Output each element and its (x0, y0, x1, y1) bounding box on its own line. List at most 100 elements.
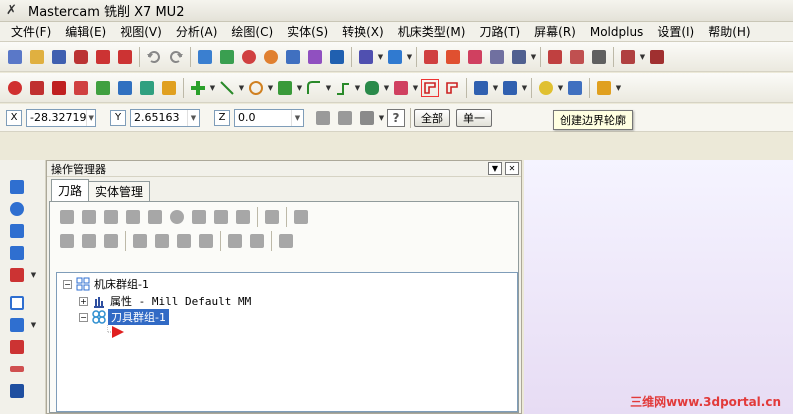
autocursor-dropdown[interactable]: ▼ (378, 109, 385, 127)
tree-node-toolpath-group[interactable]: − 刀具群组-1 (79, 309, 169, 325)
wireframe-icon[interactable] (466, 48, 484, 66)
tree-node-properties[interactable]: + 属性 - Mill Default MM (79, 293, 251, 309)
collapse-box-2-icon[interactable]: − (79, 312, 88, 322)
break-dropdown[interactable]: ▼ (521, 79, 528, 97)
boundary-curve-icon[interactable] (443, 79, 461, 97)
box-outline-icon[interactable] (8, 294, 26, 312)
fit-icon[interactable] (196, 48, 214, 66)
open-file-icon[interactable] (28, 48, 46, 66)
verify-icon[interactable] (168, 208, 186, 226)
autocursor-icon[interactable] (336, 109, 354, 127)
regenerate-dirty-icon[interactable] (124, 208, 142, 226)
fast-point-icon[interactable] (314, 109, 332, 127)
checklist-icon[interactable] (116, 79, 134, 97)
grid-view-icon[interactable] (116, 48, 134, 66)
xform-icon[interactable] (566, 79, 584, 97)
shading-grid-icon[interactable] (422, 48, 440, 66)
wave-icon[interactable] (80, 232, 98, 250)
rectangle-dropdown[interactable]: ▼ (354, 79, 361, 97)
zoom-window-icon[interactable] (218, 48, 236, 66)
line-icon[interactable] (218, 79, 236, 97)
top-view-icon[interactable] (357, 48, 375, 66)
print-icon[interactable] (72, 48, 90, 66)
sphere-dropdown[interactable]: ▼ (30, 316, 37, 334)
autocursor-settings-icon[interactable] (358, 109, 376, 127)
menu-toolpaths[interactable]: 刀路(T) (472, 23, 527, 40)
menu-analyze[interactable]: 分析(A) (169, 23, 225, 40)
post-g1-icon[interactable] (212, 208, 230, 226)
point-dropdown[interactable]: ▼ (209, 79, 216, 97)
surface-dropdown[interactable]: ▼ (412, 79, 419, 97)
panel-close-button[interactable]: ✕ (505, 162, 519, 175)
pencil-icon[interactable] (595, 79, 613, 97)
ops-help-icon[interactable] (292, 208, 310, 226)
fillet-dropdown[interactable]: ▼ (296, 79, 303, 97)
analyze-icon[interactable] (568, 48, 586, 66)
menu-xform[interactable]: 转换(X) (335, 23, 391, 40)
arc-icon[interactable] (8, 222, 26, 240)
measure-icon[interactable] (546, 48, 564, 66)
select-invalid-ops-icon[interactable] (80, 208, 98, 226)
spline-icon[interactable] (305, 79, 323, 97)
toggle-display-icon[interactable] (226, 232, 244, 250)
z-coordinate-field[interactable]: 0.0 ▼ (234, 108, 304, 127)
hidden-line-icon[interactable] (510, 48, 528, 66)
highfeed-icon[interactable] (263, 208, 281, 226)
expand-box-icon[interactable]: + (79, 296, 88, 306)
simulate-icon[interactable] (190, 208, 208, 226)
top-view-dropdown[interactable]: ▼ (377, 48, 384, 66)
menu-edit[interactable]: 编辑(E) (58, 23, 113, 40)
rotate-icon[interactable] (8, 200, 26, 218)
x-coordinate-field[interactable]: -28.32719 ▼ (26, 108, 96, 127)
menu-screen[interactable]: 屏幕(R) (527, 23, 583, 40)
move-up-icon[interactable] (153, 232, 171, 250)
line-dropdown[interactable]: ▼ (238, 79, 245, 97)
check-red-2-icon[interactable] (50, 79, 68, 97)
question-red-icon[interactable] (6, 79, 24, 97)
zoom-in-icon[interactable] (240, 48, 258, 66)
menu-machine-type[interactable]: 机床类型(M) (391, 23, 473, 40)
move-down-icon[interactable] (131, 232, 149, 250)
grid-color-icon[interactable] (138, 79, 156, 97)
block-icon[interactable] (648, 48, 666, 66)
arrow-up-icon[interactable] (8, 178, 26, 196)
trim-icon[interactable] (472, 79, 490, 97)
question-2-icon[interactable] (72, 79, 90, 97)
menu-solids[interactable]: 实体(S) (280, 23, 335, 40)
table-icon[interactable] (94, 79, 112, 97)
menu-file[interactable]: 文件(F) (4, 23, 58, 40)
select-all-button[interactable]: 全部 (414, 108, 450, 127)
toggle-post-icon[interactable] (248, 232, 266, 250)
repaint-icon[interactable] (306, 48, 324, 66)
zoom-out-icon[interactable] (262, 48, 280, 66)
help-icon[interactable]: ? (387, 108, 405, 127)
menu-moldplus[interactable]: Moldplus (583, 25, 650, 39)
select-all-ops-icon[interactable] (58, 208, 76, 226)
new-file-icon[interactable] (6, 48, 24, 66)
point-plus-icon[interactable] (189, 79, 207, 97)
arrow-down-icon[interactable] (8, 244, 26, 262)
lock-2-icon[interactable] (102, 232, 120, 250)
rectangle-icon[interactable] (334, 79, 352, 97)
graphics-viewport[interactable]: 三维网www.3dportal.cn (524, 160, 793, 414)
pan-icon[interactable] (328, 48, 346, 66)
regenerate-icon[interactable] (102, 208, 120, 226)
circle-dropdown[interactable]: ▼ (267, 79, 274, 97)
solid-color-dropdown[interactable]: ▼ (30, 266, 37, 284)
light-dropdown[interactable]: ▼ (557, 79, 564, 97)
menu-view[interactable]: 视图(V) (113, 23, 169, 40)
spline-dropdown[interactable]: ▼ (325, 79, 332, 97)
eraser-icon[interactable] (488, 48, 506, 66)
lock-icon[interactable] (58, 232, 76, 250)
x-dropdown-arrow-icon[interactable]: ▼ (86, 109, 95, 126)
wedge-icon[interactable] (8, 338, 26, 356)
primitive-dropdown[interactable]: ▼ (383, 79, 390, 97)
palette-icon[interactable] (160, 79, 178, 97)
fillet-icon[interactable] (276, 79, 294, 97)
collapse-box-icon[interactable]: − (63, 279, 72, 289)
trim-dropdown[interactable]: ▼ (492, 79, 499, 97)
move-updown-icon[interactable] (197, 232, 215, 250)
create-boundary-icon[interactable] (421, 78, 439, 97)
light-icon[interactable] (537, 79, 555, 97)
undo-icon[interactable] (145, 48, 163, 66)
